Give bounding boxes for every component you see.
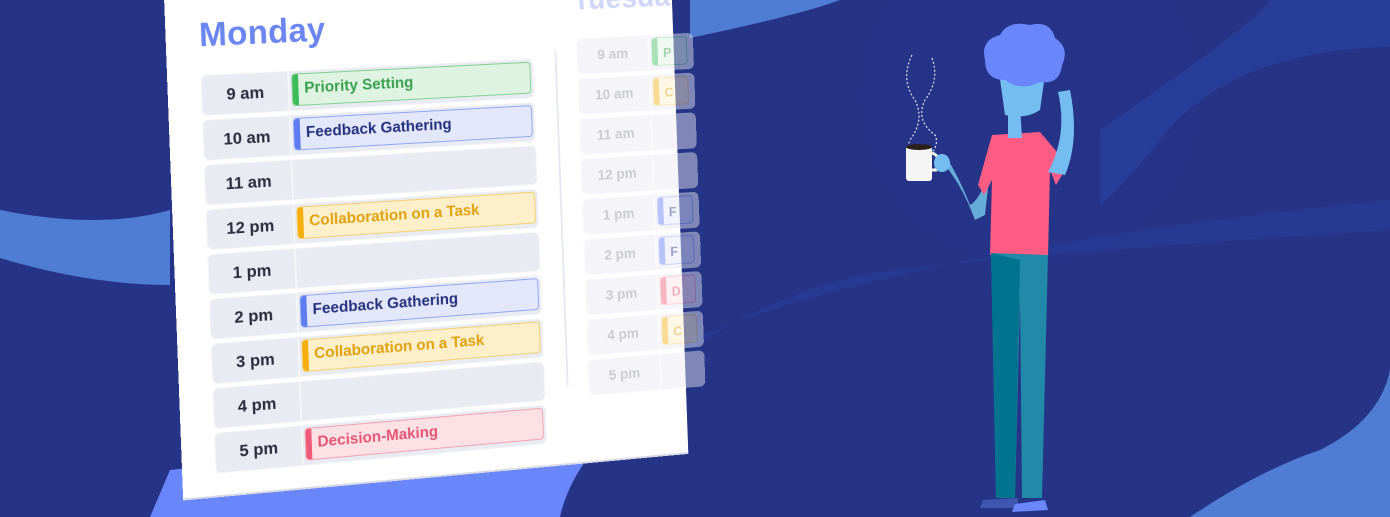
time-label: 12 pm xyxy=(581,155,655,195)
event-feedback[interactable]: F xyxy=(658,234,695,266)
time-label: 4 pm xyxy=(213,382,303,428)
schedule-board: Monday Tuesda 9 amPriority Setting10 amF… xyxy=(163,0,706,499)
time-label: 11 am xyxy=(204,160,294,205)
event-decision[interactable]: D xyxy=(659,274,697,306)
coffee-mug-icon xyxy=(906,144,940,181)
time-label: 3 pm xyxy=(211,337,301,384)
left-hand xyxy=(934,154,950,172)
tuesday-title: Tuesda xyxy=(572,0,671,17)
time-label: 1 pm xyxy=(582,195,657,235)
event-collaboration[interactable]: Collaboration on a Task xyxy=(296,191,537,240)
person-illustration xyxy=(906,23,1074,512)
time-slot-row[interactable]: 2 pm F xyxy=(583,231,702,276)
time-label: 10 am xyxy=(578,75,652,114)
event-priority[interactable]: P xyxy=(650,35,688,67)
tuesday-column: 9 am P 10 am C 11 am 12 pm 1 pm F 2 pm F 3 pm D 4 pm… xyxy=(575,32,706,400)
time-slot-row[interactable]: 11 am xyxy=(578,112,697,156)
time-label: 1 pm xyxy=(208,249,298,294)
pants-shade xyxy=(991,253,1020,498)
time-label: 10 am xyxy=(203,116,293,160)
shoe-left xyxy=(980,498,1018,508)
hair xyxy=(984,23,1065,87)
time-slot-row[interactable]: 5 pm xyxy=(587,350,706,397)
time-label: 2 pm xyxy=(210,293,299,339)
time-label: 5 pm xyxy=(588,354,662,396)
event-feedback[interactable]: F xyxy=(656,194,694,226)
time-label: 11 am xyxy=(579,115,654,155)
day-divider xyxy=(554,50,569,387)
time-slot-row[interactable]: 4 pm C xyxy=(586,310,705,356)
time-label: 3 pm xyxy=(585,275,659,315)
event-feedback[interactable]: Feedback Gathering xyxy=(292,105,533,151)
time-slot-row[interactable]: 9 am P xyxy=(575,32,695,75)
event-priority[interactable]: Priority Setting xyxy=(291,61,532,107)
time-label: 4 pm xyxy=(587,314,661,355)
event-collaboration[interactable]: C xyxy=(661,313,698,346)
time-label: 9 am xyxy=(201,71,291,115)
time-label: 5 pm xyxy=(215,426,304,473)
time-slot-row[interactable]: 12 pm xyxy=(580,151,699,196)
time-slot-row[interactable]: 10 am C xyxy=(577,72,696,115)
event-collaboration[interactable]: C xyxy=(652,75,690,107)
torso-shirt xyxy=(978,132,1068,255)
monday-title: Monday xyxy=(198,10,327,55)
time-slot-row[interactable]: 1 pm F xyxy=(581,191,700,236)
time-slot-row[interactable]: 3 pm D xyxy=(584,270,703,316)
time-label: 9 am xyxy=(576,35,651,74)
time-label: 2 pm xyxy=(584,235,658,275)
time-label: 12 pm xyxy=(206,204,296,250)
monday-column: 9 am Priority Setting 10 am Feedback Gather… xyxy=(200,58,547,478)
